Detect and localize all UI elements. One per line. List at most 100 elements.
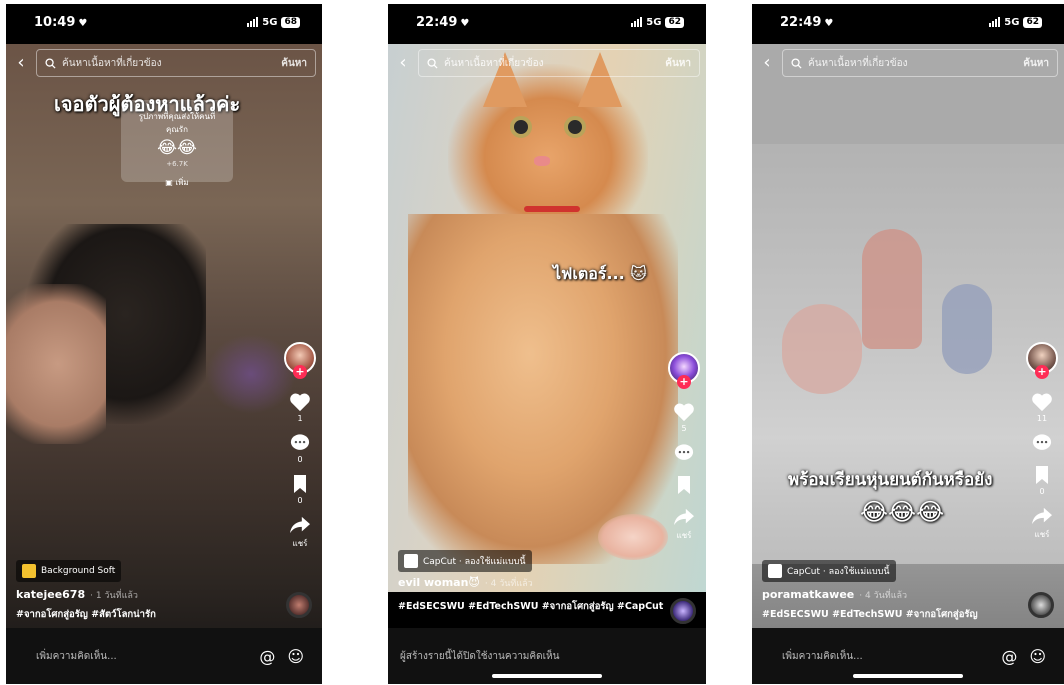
follow-plus-icon[interactable]: + [1035, 365, 1049, 379]
heart-status-icon: ♥ [460, 17, 470, 29]
search-input[interactable]: ค้นหาเนื้อหาที่เกี่ยวข้อง ค้นหา [418, 49, 700, 77]
save-button[interactable] [676, 475, 692, 497]
comment-bar: เพิ่มความคิดเห็น... @ ☺ [6, 628, 322, 684]
status-bar: 10:49 ♥ 5G 68 [6, 4, 322, 40]
effect-chip[interactable]: Background Soft [16, 560, 122, 582]
at-icon[interactable]: @ [1001, 647, 1017, 666]
search-icon [427, 57, 438, 69]
search-input[interactable]: ค้นหาเนื้อหาที่เกี่ยวข้อง ค้นหา [36, 49, 316, 77]
battery-icon: 62 [1023, 16, 1042, 28]
like-button[interactable]: 11 [1031, 392, 1053, 423]
comment-icon [1032, 434, 1052, 450]
share-tip-more[interactable]: ▣ เพิ่ม [121, 176, 233, 189]
creator-avatar[interactable]: + [1026, 342, 1058, 379]
comment-button[interactable]: 0 [289, 433, 311, 464]
status-bar: 22:49 ♥ 5G 62 [752, 4, 1064, 40]
video-caption-overlay: พร้อมเรียนหุ่นยนต์กันหรือยัง [788, 470, 993, 490]
post-time: · 4 วันที่แล้ว [484, 579, 533, 589]
search-button[interactable]: ค้นหา [1023, 56, 1049, 71]
back-arrow-icon[interactable]: ‹ [6, 48, 36, 78]
follow-plus-icon[interactable]: + [293, 365, 307, 379]
video-player[interactable] [388, 44, 706, 592]
emoji-icon[interactable]: ☺ [1029, 647, 1046, 666]
hashtags[interactable]: #EdSECSWU #EdTechSWU #จากอโศกสู่อรัญ #Ca… [398, 600, 663, 613]
comment-button[interactable] [1031, 433, 1053, 455]
effect-chip[interactable]: CapCut · ลองใช้แม่แบบนี้ [762, 560, 896, 582]
search-placeholder: ค้นหาเนื้อหาที่เกี่ยวข้อง [808, 57, 908, 69]
share-tip-more-label: เพิ่ม [175, 178, 189, 187]
signal-icon [247, 17, 259, 27]
camera-icon: ▣ [165, 178, 173, 187]
phone-screen-1: 10:49 ♥ 5G 68 ‹ ค้นหาเนื้อหาที่เกี่ยวข้อง… [6, 4, 322, 684]
like-button[interactable]: 5 [673, 402, 695, 433]
comment-input[interactable]: เพิ่มความคิดเห็น... [782, 649, 863, 664]
back-arrow-icon[interactable]: ‹ [752, 48, 782, 78]
username[interactable]: evil woman😈 · 4 วันที่แล้ว [398, 576, 663, 590]
at-icon[interactable]: @ [259, 647, 275, 666]
share-tip-title: รูปภาพที่คุณส่งให้คนที่ [138, 112, 216, 121]
search-row: ‹ ค้นหาเนื้อหาที่เกี่ยวข้อง ค้นหา [388, 48, 706, 78]
username-text: katejee678 [16, 588, 86, 601]
comment-button[interactable] [673, 443, 695, 465]
search-input[interactable]: ค้นหาเนื้อหาที่เกี่ยวข้อง ค้นหา [782, 49, 1058, 77]
search-button[interactable]: ค้นหา [665, 56, 691, 71]
save-button[interactable]: 0 [1034, 465, 1050, 496]
search-row: ‹ ค้นหาเนื้อหาที่เกี่ยวข้อง ค้นหา [752, 48, 1064, 78]
comment-input[interactable]: เพิ่มความคิดเห็น... [36, 649, 117, 664]
heart-status-icon: ♥ [824, 17, 834, 29]
emoji-icon[interactable]: ☺ [287, 647, 304, 666]
music-disc-icon[interactable] [1028, 592, 1054, 618]
post-time: · 1 วันที่แล้ว [90, 591, 138, 601]
status-time: 22:49 [780, 14, 822, 30]
share-label: แชร์ [292, 539, 308, 548]
status-time: 22:49 [416, 14, 458, 30]
hashtags[interactable]: #EdSECSWU #EdTechSWU #จากอโศกสู่อรัญ [762, 608, 978, 621]
search-button[interactable]: ค้นหา [281, 56, 307, 71]
username-text: evil woman😈 [398, 576, 480, 589]
search-row: ‹ ค้นหาเนื้อหาที่เกี่ยวข้อง ค้นหา [6, 48, 322, 78]
comment-icon [674, 444, 694, 460]
share-button[interactable]: แชร์ [673, 507, 695, 542]
username-text: poramatkawee [762, 588, 855, 601]
home-indicator[interactable] [492, 674, 602, 678]
effect-icon [22, 564, 36, 578]
share-arrow-icon [674, 508, 694, 526]
back-arrow-icon[interactable]: ‹ [388, 48, 418, 78]
share-arrow-icon [290, 516, 310, 534]
action-rail: + 5 แชร์ [668, 352, 700, 542]
creator-avatar[interactable]: + [668, 352, 700, 389]
heart-icon [674, 403, 694, 422]
save-button[interactable]: 0 [292, 474, 308, 505]
phone-screen-2: 22:49 ♥ 5G 62 ‹ ค้นหาเนื้อหาที่เกี่ยวข้อง… [388, 4, 706, 684]
heart-status-icon: ♥ [78, 17, 88, 29]
music-disc-icon[interactable] [286, 592, 312, 618]
share-button[interactable]: แชร์ [1031, 506, 1053, 541]
effect-chip-label: Background Soft [41, 566, 116, 576]
follow-plus-icon[interactable]: + [677, 375, 691, 389]
hashtags[interactable]: #จากอโศกสู่อรัญ #สัตว์โลกน่ารัก [16, 608, 156, 621]
share-tip-emojis: 😂😂 [157, 138, 197, 158]
comments-disabled-notice: ผู้สร้างรายนี้ได้ปิดใช้งานความคิดเห็น [400, 650, 560, 662]
network-type: 5G [1004, 16, 1020, 28]
bookmark-icon [678, 476, 690, 494]
effect-chip[interactable]: CapCut · ลองใช้แม่แบบนี้ [398, 550, 532, 572]
share-button[interactable]: แชร์ [289, 515, 311, 550]
share-tooltip[interactable]: รูปภาพที่คุณส่งให้คนที่ คุณรัก 😂😂 +6.7K … [121, 100, 233, 187]
bookmark-icon [294, 475, 306, 493]
effect-chip-label: CapCut · ลองใช้แม่แบบนี้ [787, 567, 890, 577]
like-count: 5 [681, 424, 687, 433]
heart-icon [1032, 393, 1052, 412]
share-arrow-icon [1032, 507, 1052, 525]
creator-avatar[interactable]: + [284, 342, 316, 379]
signal-icon [631, 17, 643, 27]
like-button[interactable]: 1 [289, 392, 311, 423]
username[interactable]: poramatkawee · 4 วันที่แล้ว [762, 588, 978, 602]
username[interactable]: katejee678 · 1 วันที่แล้ว [16, 588, 156, 602]
action-rail: + 1 0 0 แชร์ [284, 342, 316, 550]
music-disc-icon[interactable] [670, 598, 696, 624]
home-indicator[interactable] [853, 674, 963, 678]
video-meta: evil woman😈 · 4 วันที่แล้ว #EdSECSWU #EdT… [398, 576, 663, 613]
phone-screen-3: 22:49 ♥ 5G 62 ‹ ค้นหาเนื้อหาที่เกี่ยวข้อง… [752, 4, 1064, 684]
save-count: 0 [1039, 487, 1045, 496]
video-caption-overlay: ไฟเตอร์... 🐱 [553, 264, 647, 283]
